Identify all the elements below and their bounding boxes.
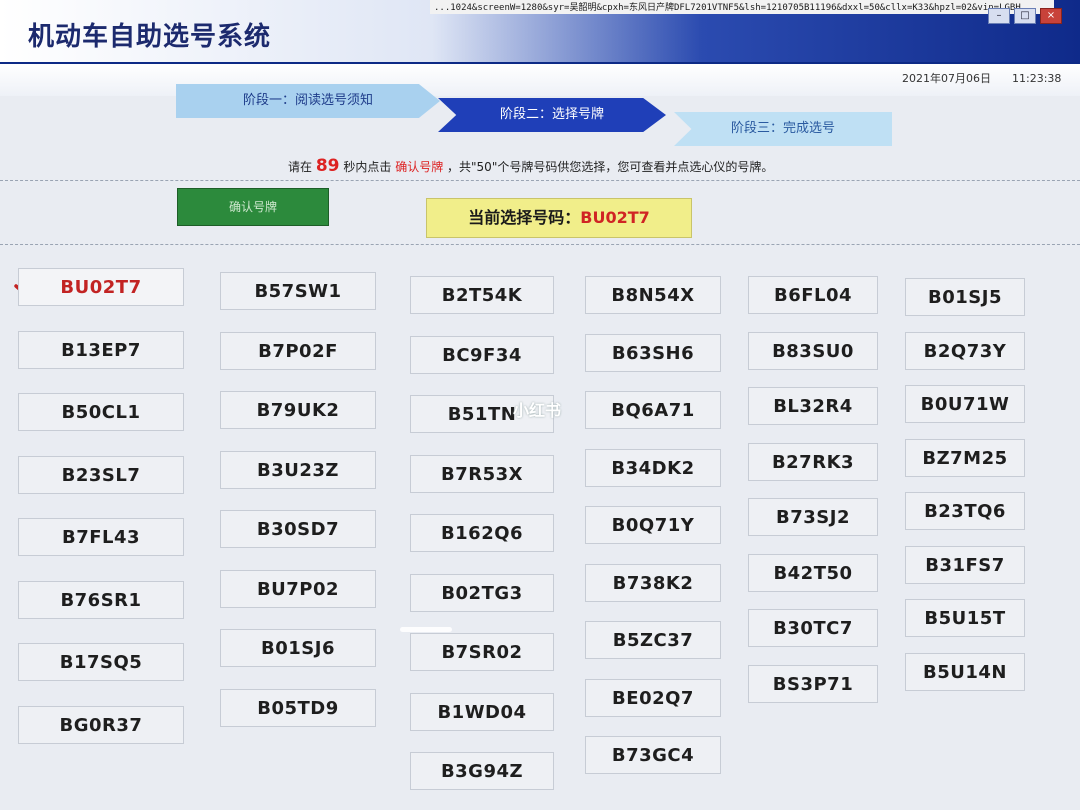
step-3: 阶段三：完成选号 [674,112,892,146]
plate-option[interactable]: B73SJ2 [748,498,878,536]
plate-option[interactable]: B34DK2 [585,448,721,487]
plate-option[interactable]: B5U15T [905,599,1025,637]
plate-option[interactable]: B162Q6 [410,514,554,552]
countdown-seconds: 89 [315,156,340,176]
plate-option[interactable]: BE02Q7 [585,678,721,717]
plate-option[interactable]: B3U23Z [220,450,376,489]
plate-option[interactable]: BL32R4 [748,387,878,425]
plate-option[interactable]: BU02T7 [18,268,184,306]
plate-option[interactable]: B23TQ6 [905,492,1025,530]
plate-option[interactable]: B57SW1 [220,272,376,310]
current-selection-box: 当前选择号码：BU02T7 [426,198,692,238]
plate-option[interactable]: BQ6A71 [585,391,721,429]
plate-option[interactable]: B73GC4 [585,736,721,774]
plate-option[interactable]: B0Q71Y [585,506,721,544]
plate-option[interactable]: B50CL1 [18,393,184,431]
plate-option[interactable]: B7SR02 [410,633,554,671]
screen-glare [400,627,452,632]
plate-option[interactable]: B5U14N [905,652,1025,691]
plate-option[interactable]: B01SJ6 [220,629,376,667]
plate-option[interactable]: B13EP7 [18,330,184,369]
confirm-plate-button[interactable]: 确认号牌 [177,188,329,226]
watermark-text: 小红书 [513,401,562,420]
url-text: ...1024&screenW=1280&syr=吴韶明&cpxh=东风日产牌D… [430,0,1054,14]
plate-option[interactable]: B0U71W [905,385,1025,423]
plate-option[interactable]: BG0R37 [18,705,184,744]
plate-option[interactable]: B02TG3 [410,573,554,612]
plate-option[interactable]: B8N54X [585,276,721,314]
title-bar: 机动车自助选号系统 ...1024&screenW=1280&syr=吴韶明&c… [0,0,1080,64]
date-text: 2021年07月06日 [902,72,991,85]
plate-option[interactable]: B1WD04 [410,692,554,731]
plate-option[interactable]: B30TC7 [748,609,878,647]
window-controls: – □ × [988,8,1062,24]
plate-option[interactable]: BS3P71 [748,664,878,703]
plate-option[interactable]: B27RK3 [748,442,878,481]
app-title: 机动车自助选号系统 [28,22,272,52]
current-selection-label: 当前选择号码： [468,208,581,227]
plate-option[interactable]: B17SQ5 [18,643,184,681]
plate-option[interactable]: BZ7M25 [905,438,1025,477]
plate-option[interactable]: B63SH6 [585,333,721,372]
plate-option[interactable]: B83SU0 [748,331,878,370]
plate-option[interactable]: B79UK2 [220,391,376,429]
current-selection-code: BU02T7 [580,208,650,227]
plate-option[interactable]: B2Q73Y [905,331,1025,370]
instruction-prefix: 请在 [288,160,313,174]
divider [0,180,1080,181]
instruction-middle: 秒内点击 [343,160,392,174]
plate-option[interactable]: B7FL43 [18,518,184,556]
plate-option[interactable]: B42T50 [748,553,878,592]
plate-option[interactable]: B76SR1 [18,580,184,619]
instruction-suffix: ，共"50"个号牌号码供您选择，您可查看并点选心仪的号牌。 [447,160,774,174]
plate-option[interactable]: B5ZC37 [585,621,721,659]
step-2: 阶段二：选择号牌 [438,98,666,132]
plate-option[interactable]: B31FS7 [905,545,1025,584]
minimize-icon[interactable]: – [988,8,1010,24]
instruction-action: 确认号牌 [395,160,444,174]
plate-option[interactable]: B6FL04 [748,276,878,314]
instruction-text: 请在 89 秒内点击 确认号牌 ，共"50"个号牌号码供您选择，您可查看并点选心… [288,156,773,176]
close-icon[interactable]: × [1040,8,1062,24]
maximize-icon[interactable]: □ [1014,8,1036,24]
plate-option[interactable]: B738K2 [585,563,721,602]
plate-option[interactable]: B7P02F [220,331,376,370]
plate-option[interactable]: B23SL7 [18,455,184,494]
plate-option[interactable]: B2T54K [410,276,554,314]
plate-option[interactable]: B01SJ5 [905,278,1025,316]
plate-option[interactable]: BU7P02 [220,569,376,608]
plate-option[interactable]: BC9F34 [410,335,554,374]
step-1: 阶段一：阅读选号须知 [176,84,440,118]
plate-option[interactable]: B05TD9 [220,688,376,727]
plate-option[interactable]: B30SD7 [220,510,376,548]
time-text: 11:23:38 [1012,72,1062,85]
plate-option[interactable]: B7R53X [410,454,554,493]
plate-option[interactable]: B3G94Z [410,752,554,790]
divider [0,244,1080,245]
